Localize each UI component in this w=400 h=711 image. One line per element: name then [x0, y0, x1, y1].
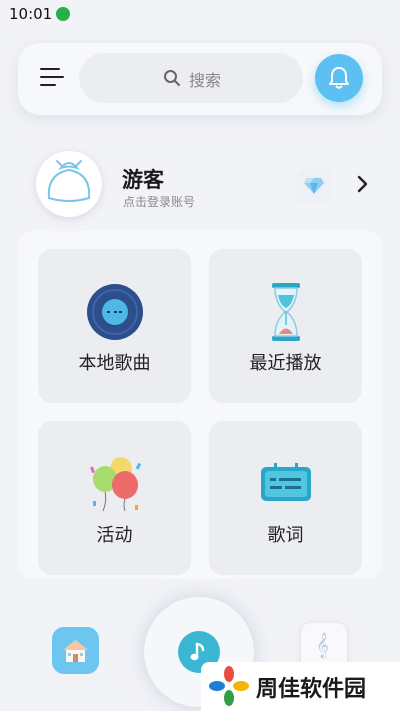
- login-hint[interactable]: 点击登录账号: [123, 193, 195, 210]
- notification-button[interactable]: [315, 54, 363, 102]
- tile-label: 歌词: [267, 525, 304, 546]
- username[interactable]: 游客: [122, 164, 164, 194]
- watermark-text: 周佳软件园: [256, 677, 367, 702]
- watermark: 周佳软件园: [201, 662, 400, 711]
- tile-lyrics[interactable]: 歌词: [209, 421, 362, 575]
- diamond-icon: [304, 178, 324, 194]
- vip-button[interactable]: [296, 168, 332, 204]
- lyrics-card-icon: [261, 463, 311, 501]
- avatar-bun-icon: [47, 160, 91, 202]
- watermark-logo-icon: [209, 666, 249, 706]
- tile-label: 最近播放: [249, 353, 322, 374]
- home-icon: [63, 640, 88, 662]
- feature-grid: 本地歌曲 最近播放 活动 歌词: [18, 231, 382, 579]
- music-note-icon: [190, 642, 205, 661]
- nav-home-button[interactable]: [52, 627, 99, 674]
- chevron-right-icon[interactable]: [356, 175, 370, 193]
- notification-status-icon: [56, 7, 70, 21]
- hourglass-icon: [272, 283, 300, 341]
- tile-recent-plays[interactable]: 最近播放: [209, 249, 362, 403]
- search-icon: [164, 70, 180, 86]
- search-input[interactable]: 搜索: [79, 53, 303, 103]
- vinyl-record-icon: [87, 284, 143, 340]
- avatar[interactable]: [36, 151, 102, 217]
- search-placeholder: 搜索: [189, 71, 222, 90]
- status-time: 10:01: [9, 5, 53, 23]
- tile-label: 本地歌曲: [78, 353, 151, 374]
- tile-label: 活动: [96, 525, 133, 546]
- bell-icon: [329, 67, 349, 89]
- top-search-card: 搜索: [18, 43, 382, 115]
- balloons-icon: [90, 457, 142, 512]
- status-bar: 10:01: [0, 0, 400, 28]
- tile-activities[interactable]: 活动: [38, 421, 191, 575]
- treble-clef-icon: 𝄞: [316, 633, 330, 658]
- tile-local-songs[interactable]: 本地歌曲: [38, 249, 191, 403]
- menu-icon[interactable]: [40, 68, 64, 88]
